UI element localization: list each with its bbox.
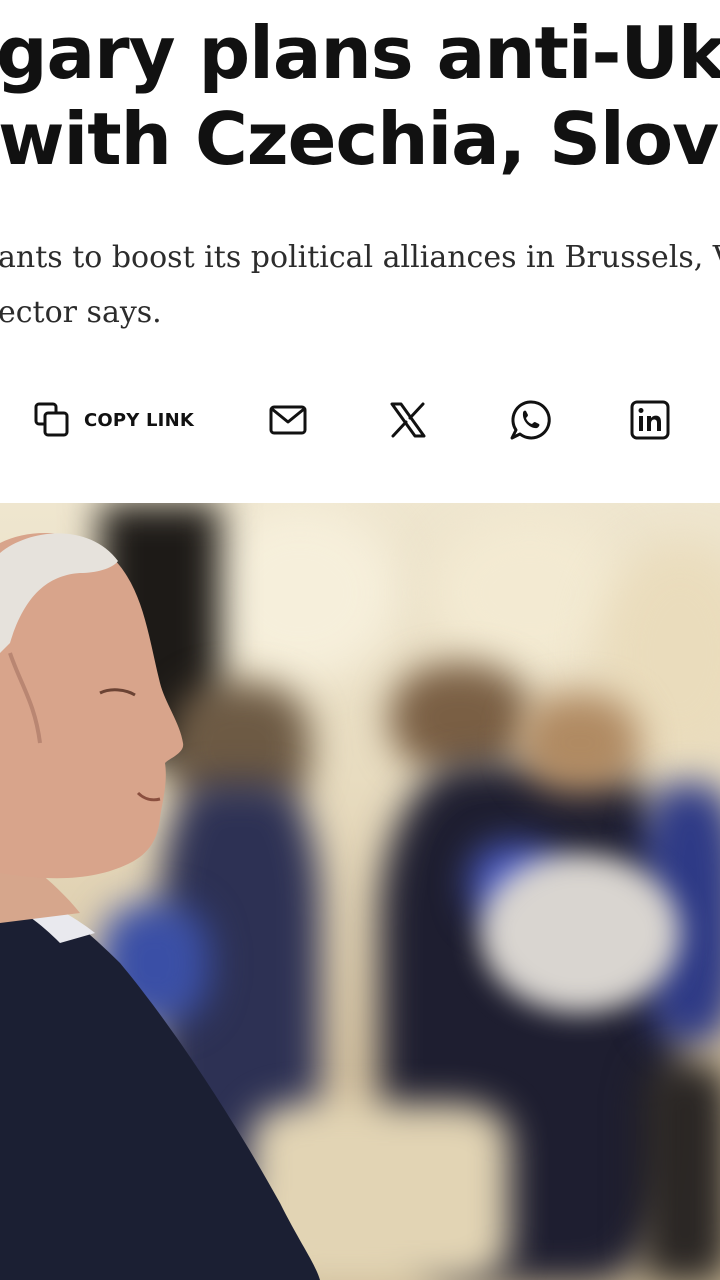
whatsapp-icon xyxy=(508,398,552,442)
person-silhouette xyxy=(0,533,320,1280)
linkedin-icon xyxy=(628,398,672,442)
x-share-button[interactable] xyxy=(388,388,428,452)
x-icon xyxy=(388,400,428,440)
copy-link-button[interactable]: COPY LINK xyxy=(32,388,194,452)
dek-line-1: ants to boost its political alliances in… xyxy=(0,240,720,275)
share-bar: COPY LINK xyxy=(0,388,720,452)
email-share-button[interactable] xyxy=(268,388,308,452)
copy-link-label: COPY LINK xyxy=(84,409,194,431)
article-dek: ants to boost its political alliances in… xyxy=(0,230,720,340)
headline-line-2: with Czechia, Slova xyxy=(0,97,720,181)
article-headline: gary plans anti-Ukra with Czechia, Slova xyxy=(0,10,720,182)
email-icon xyxy=(268,400,308,440)
headline-line-1: gary plans anti-Ukra xyxy=(0,11,720,95)
linkedin-share-button[interactable] xyxy=(628,388,672,452)
article-page: gary plans anti-Ukra with Czechia, Slova… xyxy=(0,0,720,1280)
article-photo xyxy=(0,503,720,1280)
whatsapp-share-button[interactable] xyxy=(508,388,552,452)
dek-line-2: ector says. xyxy=(0,295,162,330)
copy-icon xyxy=(32,400,72,440)
